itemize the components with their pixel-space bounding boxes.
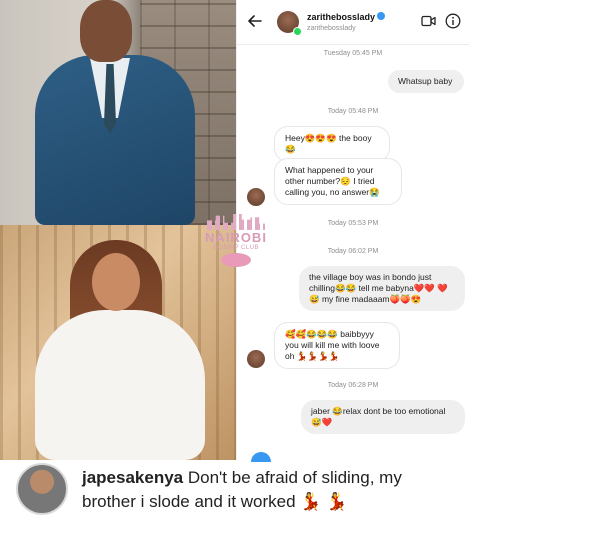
watermark-title: NAIROBI (205, 230, 267, 245)
timestamp: Today 06:28 PM (327, 382, 379, 389)
woman-face (92, 253, 140, 311)
contact-username: zarithebosslady (307, 25, 356, 32)
caption-text: japesakenya Don't be afraid of sliding, … (82, 466, 442, 514)
verified-icon (377, 12, 386, 20)
video-call-icon[interactable] (421, 15, 436, 27)
contact-avatar-small (247, 188, 265, 206)
incoming-message[interactable]: 🥰🥰😂😂😂 baibbyyy you will kill me with loo… (274, 322, 400, 369)
outgoing-message[interactable]: the village boy was in bondo just chilli… (299, 266, 465, 311)
commenter-avatar[interactable] (16, 463, 68, 515)
contact-avatar-small (247, 350, 265, 368)
lips-logo (221, 253, 251, 267)
skyline-logo (207, 214, 265, 230)
outgoing-message[interactable]: jaber 😂relax dont be too emotional😅❤️ (301, 400, 465, 434)
white-dress (35, 310, 205, 460)
post-caption: japesakenya Don't be afraid of sliding, … (0, 460, 598, 540)
back-arrow-icon[interactable] (247, 13, 263, 29)
contact-name[interactable]: zarithebosslady (307, 12, 386, 22)
man-head (80, 0, 132, 62)
man-photo (0, 0, 236, 225)
timestamp: Today 05:48 PM (327, 108, 379, 115)
outgoing-message[interactable]: Whatsup baby (388, 70, 464, 93)
info-icon[interactable] (445, 13, 461, 29)
watermark-subtitle: GOSSIP CLUB (212, 245, 260, 251)
commenter-username[interactable]: japesakenya (82, 468, 183, 487)
incoming-message[interactable]: What happened to your other number?😔 I t… (274, 158, 402, 205)
incoming-message[interactable]: Heey😍😍😍 the booy😂 (274, 126, 390, 162)
chat-header: zarithebosslady zarithebosslady (237, 0, 469, 45)
timestamp: Tuesday 05:45 PM (323, 50, 383, 57)
watermark: NAIROBI GOSSIP CLUB (198, 214, 274, 267)
online-status-dot (293, 27, 302, 36)
